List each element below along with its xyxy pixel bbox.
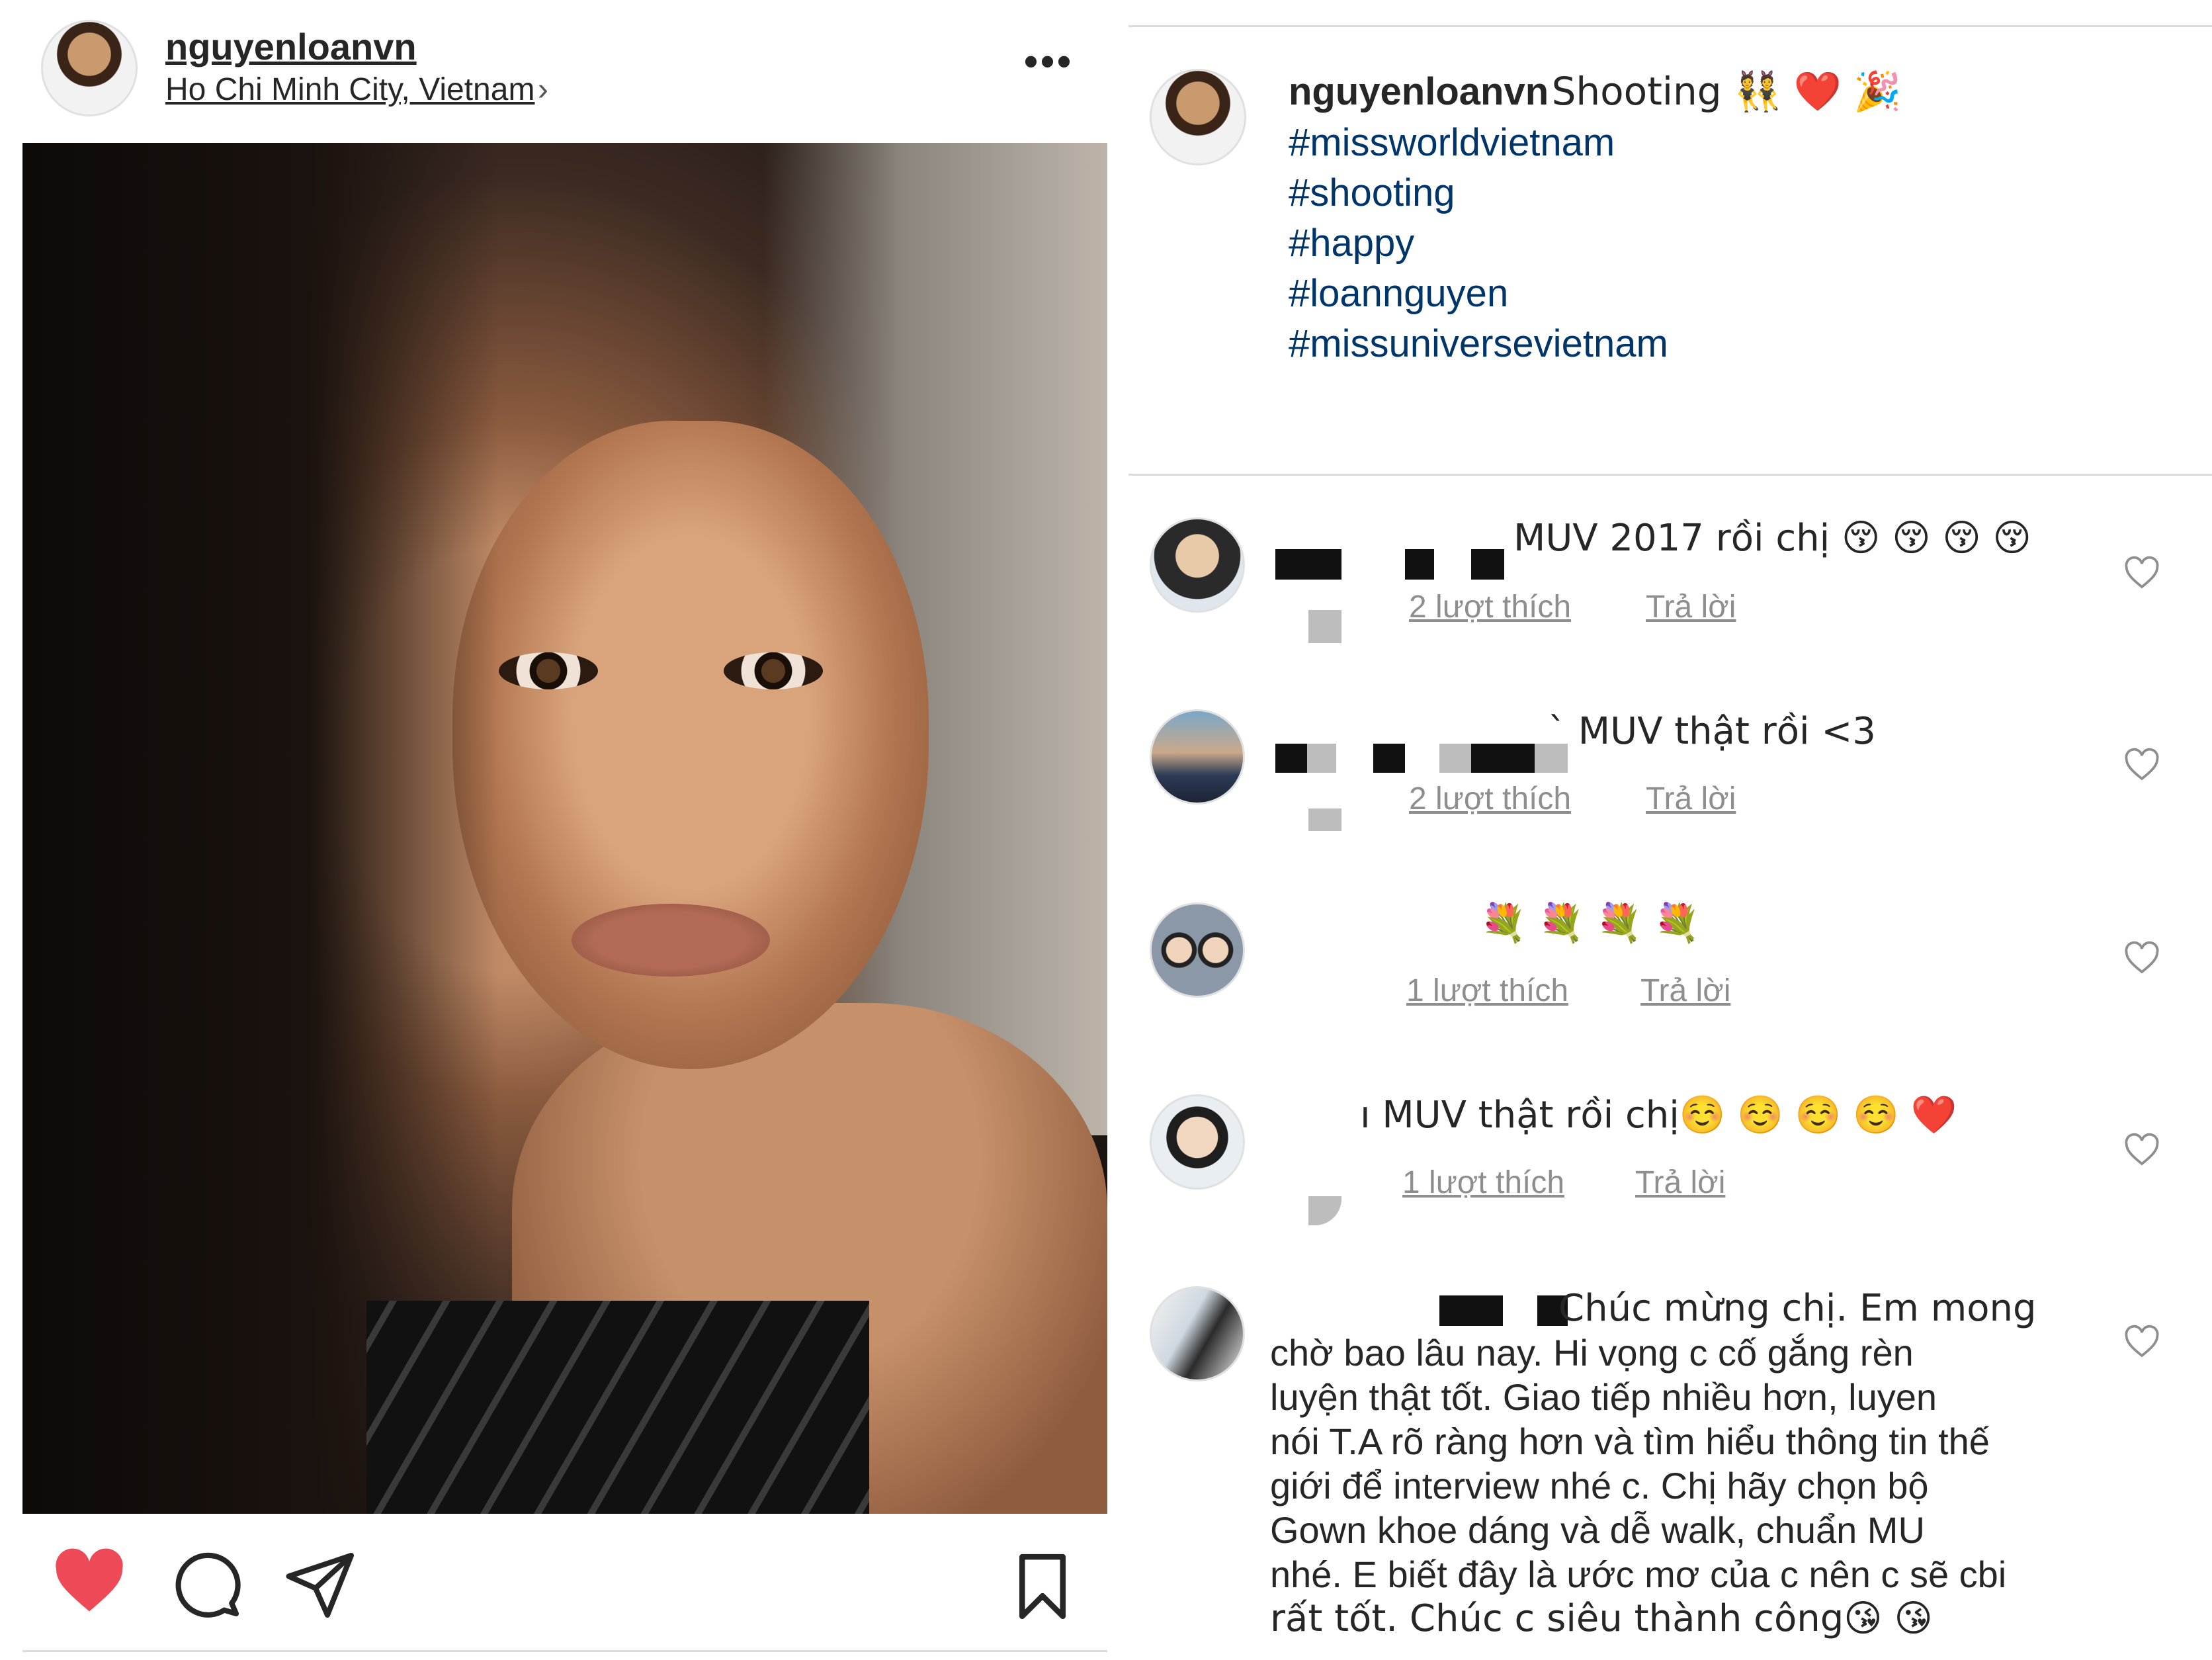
redacted-username (1275, 549, 1341, 580)
heart-outline-icon[interactable] (2123, 748, 2160, 782)
post-location-link[interactable]: Ho Chi Minh City, Vietnam › (165, 71, 548, 108)
comment-avatar[interactable] (1150, 1286, 1245, 1381)
photo-dress (366, 1301, 869, 1514)
redacted-username (1308, 610, 1341, 643)
comment-likes[interactable]: 2 lượt thích (1409, 589, 1571, 625)
comment-avatar[interactable] (1150, 1094, 1245, 1190)
caption-divider (1128, 474, 2212, 476)
post-username[interactable]: nguyenloanvn (165, 25, 417, 68)
redacted-username (1405, 549, 1434, 580)
hashtag-link[interactable]: #missuniversevietnam (1289, 322, 1668, 366)
redacted-username (1308, 808, 1341, 831)
comment-text: ` MUV thật rồi <3 (1548, 710, 1876, 753)
hashtag-link[interactable]: #missworldvietnam (1289, 120, 1615, 165)
hashtag-link[interactable]: #happy (1289, 221, 1414, 265)
comment-text-line: nói T.A rõ ràng hơn và tìm hiểu thông ti… (1270, 1420, 1990, 1462)
left-bottom-divider (22, 1650, 1107, 1652)
share-icon[interactable] (286, 1552, 357, 1618)
reply-button[interactable]: Trả lời (1646, 781, 1736, 817)
heart-outline-icon[interactable] (2123, 1133, 2160, 1167)
hashtag-link[interactable]: #loannguyen (1289, 271, 1508, 316)
reply-button[interactable]: Trả lời (1635, 1164, 1725, 1201)
redacted-username (1471, 744, 1535, 773)
comment-text-line: nhé. E biết đây là ước mơ của c nên c sẽ… (1270, 1553, 2007, 1595)
comment-likes[interactable]: 2 lượt thích (1409, 781, 1571, 817)
comment-text-line: chờ bao lâu nay. Hi vọng c cố gắng rèn (1270, 1332, 1914, 1374)
hashtag-link[interactable]: #shooting (1289, 171, 1455, 215)
comment-avatar[interactable] (1150, 517, 1245, 613)
comment-text-line: luyện thật tốt. Giao tiếp nhiều hơn, luy… (1270, 1376, 1937, 1418)
comment-avatar[interactable] (1150, 902, 1245, 998)
heart-outline-icon[interactable] (2123, 941, 2160, 975)
redacted-username (1373, 744, 1405, 773)
heart-outline-icon[interactable] (2123, 1325, 2160, 1359)
comment-text: MUV 2017 rồi chị 😚 😚 😚 😚 (1513, 517, 2031, 560)
comment-avatar[interactable] (1150, 709, 1245, 805)
redacted-username (1275, 744, 1307, 773)
comment-likes[interactable]: 1 lượt thích (1402, 1164, 1564, 1201)
comment-text: ı MUV thật rồi chị☺️ ☺️ ☺️ ☺️ ❤️ (1360, 1094, 1957, 1137)
comment-text: 💐 💐 💐 💐 (1480, 902, 1701, 945)
heart-filled-icon[interactable] (53, 1548, 126, 1614)
redacted-username (1307, 744, 1336, 773)
photo-lips (572, 904, 770, 977)
caption-username[interactable]: nguyenloanvn (1289, 70, 1549, 113)
comment-text-line: rất tốt. Chúc c siêu thành công😘 😘 (1270, 1597, 1933, 1640)
comment-text-line: giới để interview nhé c. Chị hãy chọn bộ (1270, 1465, 1929, 1507)
comment-text: Chúc mừng chị. Em mong (1558, 1287, 2037, 1330)
redacted-username (1471, 549, 1504, 580)
post-photo[interactable] (22, 143, 1107, 1514)
caption-text: Shooting 👯 ❤️ 🎉 (1551, 69, 1902, 114)
chevron-right-icon: › (537, 72, 548, 107)
redacted-username (1308, 1196, 1341, 1225)
redacted-username (1439, 1295, 1503, 1326)
redacted-username (1439, 744, 1471, 773)
post-location[interactable]: Ho Chi Minh City, Vietnam (165, 72, 534, 107)
bookmark-icon[interactable] (1016, 1552, 1069, 1621)
photo-eye-right (724, 652, 823, 689)
post-avatar[interactable] (41, 20, 138, 116)
heart-outline-icon[interactable] (2123, 556, 2160, 590)
caption: nguyenloanvn Shooting 👯 ❤️ 🎉 (1289, 69, 1902, 114)
photo-eye-left (499, 652, 598, 689)
comment-text-line: Gown khoe dáng và dễ walk, chuẩn MU (1270, 1509, 1925, 1551)
caption-avatar[interactable] (1150, 69, 1246, 165)
reply-button[interactable]: Trả lời (1640, 973, 1730, 1009)
more-options-button[interactable]: ••• (1024, 38, 1074, 84)
right-top-divider (1128, 25, 2212, 27)
comment-icon[interactable] (171, 1548, 242, 1620)
reply-button[interactable]: Trả lời (1646, 589, 1736, 625)
comment-likes[interactable]: 1 lượt thích (1406, 973, 1568, 1009)
